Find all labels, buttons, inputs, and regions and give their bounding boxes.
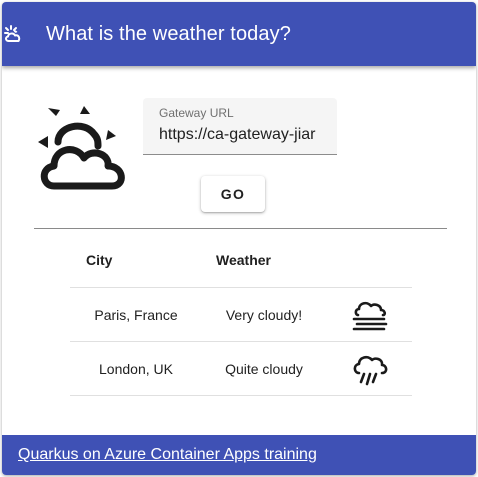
rain-cloud-icon	[348, 342, 392, 395]
gateway-url-field[interactable]: Gateway URL	[143, 98, 337, 155]
partly-cloudy-sun-icon	[2, 22, 26, 46]
gateway-url-label: Gateway URL	[159, 106, 234, 120]
partly-cloudy-sun-icon	[36, 102, 132, 198]
training-link[interactable]: Quarkus on Azure Container Apps training	[18, 445, 317, 465]
app-card: What is the weather today? Gateway URL G…	[2, 2, 476, 475]
app-toolbar: What is the weather today?	[2, 2, 476, 66]
page-title: What is the weather today?	[46, 23, 291, 45]
city-cell: Paris, France	[94, 306, 178, 323]
weather-table: City Weather Paris, France Very cloudy! …	[70, 232, 412, 396]
table-row: Paris, France Very cloudy!	[70, 288, 412, 342]
table-header-row: City Weather	[70, 232, 412, 288]
city-cell: London, UK	[99, 360, 173, 377]
gateway-url-input[interactable]	[159, 124, 329, 146]
weather-cell: Very cloudy!	[225, 306, 303, 323]
column-header-weather: Weather	[216, 251, 271, 268]
column-header-city: City	[86, 251, 113, 268]
weather-cell: Quite cloudy	[225, 360, 303, 377]
app-footer: Quarkus on Azure Container Apps training	[2, 435, 476, 475]
go-button[interactable]: GO	[201, 176, 265, 212]
table-row: London, UK Quite cloudy	[70, 342, 412, 396]
divider	[34, 228, 447, 229]
fog-cloud-icon	[348, 288, 392, 341]
